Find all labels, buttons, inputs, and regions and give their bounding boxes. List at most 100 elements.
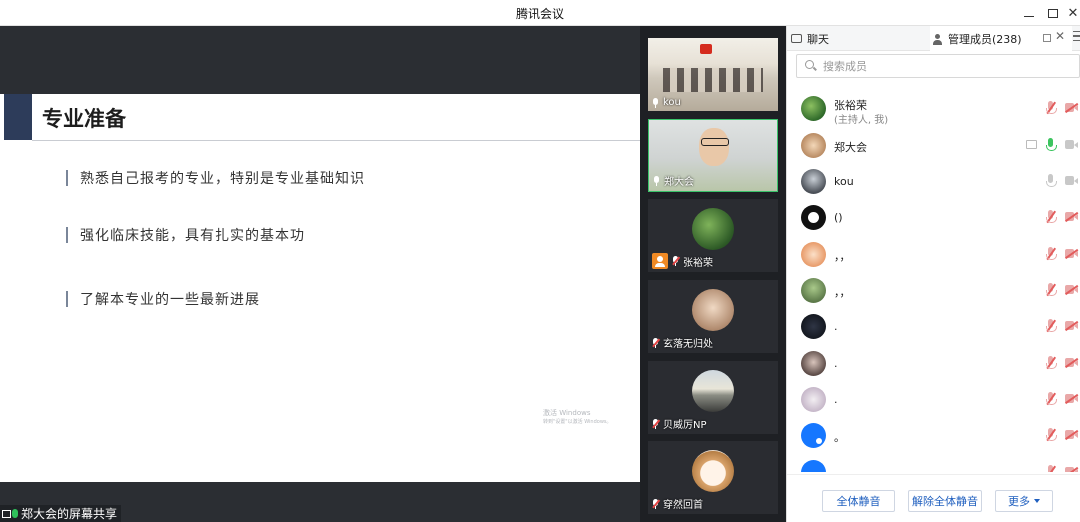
avatar — [801, 351, 826, 376]
list-item[interactable]: () — [787, 199, 1080, 235]
close-panel-icon[interactable]: ✕ — [1055, 29, 1065, 43]
participant-name: 玄落无归处 — [663, 339, 713, 350]
camera-off-icon[interactable] — [1064, 211, 1079, 222]
avatar — [801, 169, 826, 194]
unmute-all-button[interactable]: 解除全体静音 — [908, 490, 982, 512]
member-name: . — [834, 393, 838, 406]
tab-chat[interactable]: 聊天 — [791, 26, 829, 51]
minimize-icon — [1024, 15, 1034, 17]
microphone-muted-icon[interactable] — [1045, 465, 1057, 472]
slide-bullet: 熟悉自己报考的专业，特别是专业基础知识 — [66, 168, 365, 188]
microphone-muted-icon — [652, 337, 660, 348]
list-item[interactable]: kou — [787, 163, 1080, 199]
microphone-muted-icon[interactable] — [1045, 210, 1057, 224]
slide-bullet: 了解本专业的一些最新进展 — [66, 289, 260, 309]
tile-label: 穿然回首 — [652, 496, 703, 511]
tab-chat-label: 聊天 — [807, 32, 829, 46]
camera-off-icon[interactable] — [1064, 393, 1079, 404]
video-tile[interactable]: 郑大会 — [648, 119, 778, 192]
slide-divider — [32, 140, 640, 141]
title-bar: 腾讯会议 ✕ — [0, 0, 1080, 26]
video-tile[interactable]: 张裕荣 — [648, 199, 778, 272]
camera-off-icon[interactable] — [1064, 320, 1079, 331]
minimize-button[interactable] — [1018, 3, 1040, 23]
close-button[interactable]: ✕ — [1062, 3, 1080, 23]
microphone-muted-icon[interactable] — [1045, 392, 1057, 406]
slide-bullet-text: 强化临床技能，具有扎实的基本功 — [80, 228, 305, 244]
video-tile[interactable]: kou — [648, 38, 778, 111]
list-item[interactable]: 。 — [787, 417, 1080, 453]
tile-label: 郑大会 — [653, 173, 694, 188]
camera-off-icon[interactable] — [1064, 102, 1079, 113]
bullet-bar — [66, 227, 68, 243]
list-item[interactable]: . — [787, 454, 1080, 472]
monitor-icon — [2, 509, 11, 518]
screen-share-label: 郑大会的屏幕共享 — [0, 505, 122, 522]
camera-off-icon[interactable] — [1064, 357, 1079, 368]
avatar — [692, 370, 734, 412]
member-role: (主持人, 我) — [834, 115, 889, 126]
list-item[interactable]: . — [787, 308, 1080, 344]
microphone-icon — [12, 509, 18, 518]
camera-off-icon[interactable] — [1064, 248, 1079, 259]
participant-name: 穿然回首 — [663, 500, 703, 511]
search-icon — [805, 60, 817, 72]
share-label-text: 郑大会的屏幕共享 — [21, 507, 118, 521]
side-panel: 聊天 管理成员(238) ✕ 张裕荣 (主持人, 我) 郑大会 kou — [786, 26, 1080, 522]
video-tile[interactable]: 玄落无归处 — [648, 280, 778, 353]
list-item[interactable]: 郑大会 — [787, 127, 1080, 163]
camera-icon[interactable] — [1065, 140, 1079, 150]
video-tile[interactable]: 穿然回首 — [648, 441, 778, 514]
popout-icon[interactable] — [1043, 34, 1051, 42]
avatar — [692, 208, 734, 250]
member-name: ，， — [834, 250, 851, 263]
chat-icon — [791, 34, 802, 43]
member-search[interactable] — [796, 54, 1080, 78]
microphone-muted-icon[interactable] — [1045, 283, 1057, 297]
participant-name: 贝威厉NP — [663, 420, 707, 431]
participant-name: 张裕荣 — [683, 257, 713, 269]
shared-slide: 专业准备 熟悉自己报考的专业，特别是专业基础知识 强化临床技能，具有扎实的基本功… — [0, 94, 640, 482]
windows-watermark: 激活 Windows 转到"设置"以激活 Windows。 — [543, 409, 612, 427]
microphone-muted-icon — [672, 256, 680, 266]
list-item[interactable]: . — [787, 381, 1080, 417]
participant-name: 郑大会 — [664, 177, 694, 188]
microphone-active-icon[interactable] — [1045, 138, 1057, 152]
avatar — [692, 450, 734, 492]
microphone-muted-icon[interactable] — [1045, 319, 1057, 333]
avatar — [801, 242, 826, 267]
list-item[interactable]: 张裕荣 (主持人, 我) — [787, 90, 1080, 126]
member-name: . — [834, 466, 838, 472]
microphone-muted-icon — [652, 418, 660, 429]
microphone-icon[interactable] — [1045, 174, 1057, 188]
list-item[interactable]: . — [787, 345, 1080, 381]
screen-share-area[interactable]: 专业准备 熟悉自己报考的专业，特别是专业基础知识 强化临床技能，具有扎实的基本功… — [0, 26, 640, 522]
member-name: . — [834, 357, 838, 370]
member-name: () — [834, 211, 843, 224]
camera-off-icon[interactable] — [1064, 466, 1079, 472]
video-strip: kou 郑大会 张裕荣 玄落无归处 贝威厉NP 穿然回首 — [640, 26, 786, 522]
microphone-muted-icon[interactable] — [1045, 247, 1057, 261]
video-tile[interactable]: 贝威厉NP — [648, 361, 778, 434]
microphone-muted-icon[interactable] — [1045, 356, 1057, 370]
microphone-icon — [653, 175, 660, 186]
slide-bullet-text: 熟悉自己报考的专业，特别是专业基础知识 — [80, 171, 365, 187]
menu-icon[interactable] — [1073, 31, 1080, 41]
camera-off-icon[interactable] — [1064, 429, 1079, 440]
list-item[interactable]: ，， — [787, 272, 1080, 308]
search-input[interactable] — [823, 59, 1063, 73]
camera-icon[interactable] — [1065, 176, 1079, 186]
avatar — [801, 96, 826, 121]
mute-all-button[interactable]: 全体静音 — [822, 490, 895, 512]
more-button[interactable]: 更多 — [995, 490, 1053, 512]
slide-bullet-text: 了解本专业的一些最新进展 — [80, 292, 260, 308]
microphone-muted-icon[interactable] — [1045, 428, 1057, 442]
list-item[interactable]: ，， — [787, 236, 1080, 272]
screen-share-icon — [1026, 140, 1037, 149]
window-title: 腾讯会议 — [515, 7, 564, 21]
camera-off-icon[interactable] — [1064, 284, 1079, 295]
avatar — [801, 460, 826, 472]
watermark-line: 激活 Windows — [543, 409, 591, 417]
maximize-button[interactable] — [1042, 3, 1064, 23]
microphone-muted-icon[interactable] — [1045, 101, 1057, 115]
